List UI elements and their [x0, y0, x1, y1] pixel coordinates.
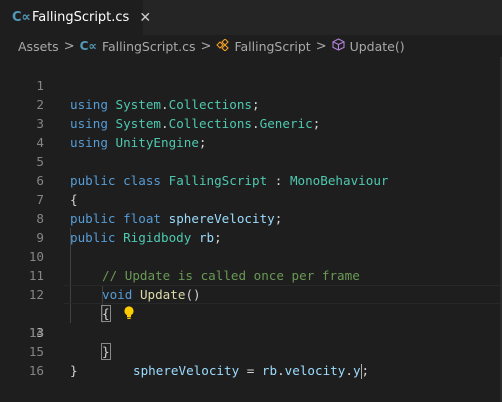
- code-line-13: 13 sphereVelocity = rb.velocity.y;: [0, 285, 502, 379]
- code-line-5: 5 public class FallingScript : MonoBehav…: [0, 133, 502, 188]
- token: y: [352, 363, 361, 378]
- breadcrumb-item-assets[interactable]: Assets: [18, 39, 59, 54]
- code-line-2: 2 using System.Collections.Generic;: [0, 76, 502, 131]
- breadcrumb-item-class[interactable]: FallingScript: [216, 37, 311, 54]
- close-icon[interactable]: ✕: [139, 10, 151, 26]
- code-line-6: 6 {: [0, 152, 502, 207]
- code-line-3: 3 using UnityEngine;: [0, 95, 502, 150]
- code-line-12: 12 {: [0, 266, 502, 322]
- code-line-14: 14 }: [0, 304, 502, 360]
- code-line-10: 10 // Update is called once per frame: [0, 228, 502, 283]
- tab-bar: C∝ FallingScript.cs ✕: [0, 0, 502, 35]
- tab-label: FallingScript.cs: [32, 10, 130, 25]
- code-line-15: 15 }: [0, 323, 502, 378]
- token: ;: [361, 363, 370, 378]
- code-line-9: 9: [0, 209, 502, 245]
- breadcrumb-separator: >: [315, 38, 327, 54]
- token: .: [277, 363, 285, 378]
- breadcrumb-label: FallingScript.cs: [101, 38, 196, 54]
- csharp-file-icon: C∝: [12, 10, 31, 25]
- class-icon: [216, 37, 230, 54]
- code-line-8: 8 public Rigidbody rb;: [0, 190, 502, 245]
- token: rb: [261, 363, 278, 378]
- current-line-highlight: [64, 285, 500, 304]
- code-line-11: 11 void Update(): [0, 247, 502, 302]
- code-line-1: 1 using System.Collections;: [0, 57, 502, 112]
- lightbulb-icon[interactable]: [76, 286, 134, 319]
- breadcrumb-label: Update(): [349, 38, 405, 54]
- token: .: [345, 363, 353, 378]
- code-line-16: 16: [0, 342, 502, 378]
- csharp-file-icon: C∝: [79, 39, 97, 53]
- tab-fallingscript[interactable]: C∝ FallingScript.cs ✕: [0, 0, 151, 35]
- line-number: 16: [28, 363, 44, 378]
- code-editor[interactable]: 1 using System.Collections; 2 using Syst…: [0, 57, 502, 402]
- code-line-4: 4: [0, 114, 502, 150]
- breadcrumb-item-method[interactable]: Update(): [332, 38, 405, 54]
- code-line-7: 7 public float sphereVelocity;: [0, 171, 502, 226]
- breadcrumb-separator: >: [200, 38, 212, 54]
- breadcrumb: Assets > C∝ FallingScript.cs > FallingSc…: [0, 35, 502, 57]
- breadcrumb-separator: >: [63, 38, 75, 54]
- breadcrumb-label: Assets: [18, 38, 59, 54]
- breadcrumb-label: FallingScript: [234, 38, 311, 54]
- token: =: [239, 363, 262, 378]
- breadcrumb-item-file[interactable]: C∝ FallingScript.cs: [80, 39, 196, 54]
- method-cube-icon: [332, 38, 345, 54]
- token: sphereVelocity: [133, 363, 240, 378]
- token: velocity: [284, 363, 346, 378]
- token: }: [70, 363, 78, 378]
